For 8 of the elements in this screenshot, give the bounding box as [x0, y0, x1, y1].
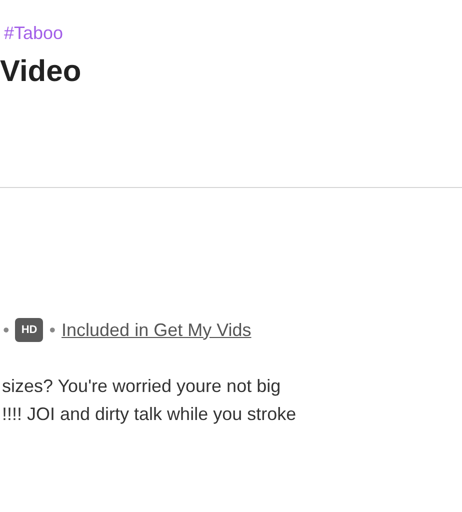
description-line: sizes? You're worried youre not big — [2, 375, 282, 398]
included-link[interactable]: Included in Get My Vids — [62, 320, 252, 340]
separator-dot: • — [49, 320, 56, 340]
separator-dot: • — [3, 320, 10, 340]
description-line: !!!! JOI and dirty talk while you stroke — [2, 403, 298, 426]
video-title: Video — [0, 54, 82, 90]
tag-link[interactable]: #Taboo — [4, 22, 64, 44]
hd-badge: HD — [15, 318, 44, 342]
